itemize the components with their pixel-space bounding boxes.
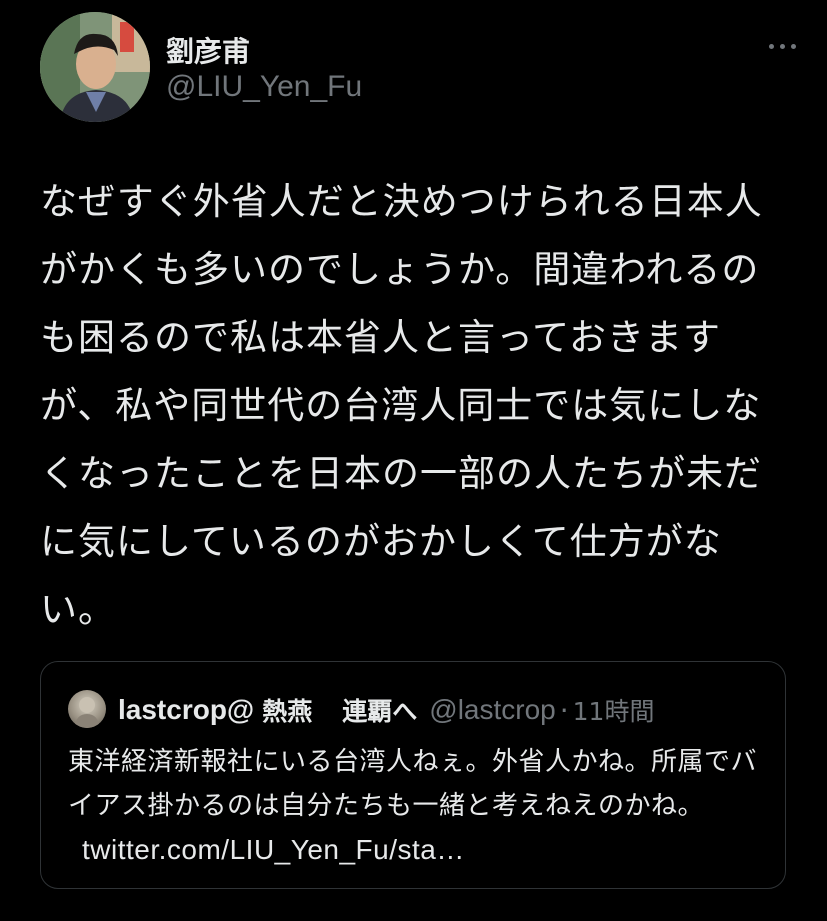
tweet-header: 劉彦甫 @LIU_Yen_Fu xyxy=(40,12,800,122)
avatar-photo-icon xyxy=(40,12,150,122)
quoted-tweet-link[interactable]: twitter.com/LIU_Yen_Fu/sta… xyxy=(82,834,465,865)
quoted-tweet-header: lastcrop@ 熱燕 連覇へ @lastcrop · 11時間 xyxy=(118,690,654,730)
quoted-tweet-text: 東洋経済新報社にいる台湾人ねぇ。外省人かね。所属でバイアス掛かるのは自分たちも一… xyxy=(68,740,768,873)
quoted-tweet-body: 東洋経済新報社にいる台湾人ねぇ。外省人かね。所属でバイアス掛かるのは自分たちも一… xyxy=(68,747,758,821)
quoted-author-name-part2: 熱燕 xyxy=(262,697,313,726)
quoted-author-name: lastcrop@ xyxy=(118,694,255,725)
more-horizontal-icon[interactable] xyxy=(766,38,800,54)
author-avatar[interactable] xyxy=(40,12,150,122)
quoted-tweet-time: 11時間 xyxy=(572,697,655,726)
quoted-tweet-card[interactable]: lastcrop@ 熱燕 連覇へ @lastcrop · 11時間 東洋経済新報… xyxy=(40,661,786,889)
author-handle[interactable]: @LIU_Yen_Fu xyxy=(166,70,362,104)
quoted-author-handle: @lastcrop xyxy=(429,694,556,725)
separator-dot: · xyxy=(559,693,569,727)
tweet-body-text: なぜすぐ外省人だと決めつけられる日本人がかくも多いのでしょうか。間違われるのも困… xyxy=(40,180,763,631)
avatar-photo-icon xyxy=(74,697,100,728)
author-display-name[interactable]: 劉彦甫 xyxy=(166,30,250,70)
quoted-author-avatar xyxy=(68,690,106,728)
quoted-author-name-part3: 連覇へ xyxy=(342,697,418,726)
